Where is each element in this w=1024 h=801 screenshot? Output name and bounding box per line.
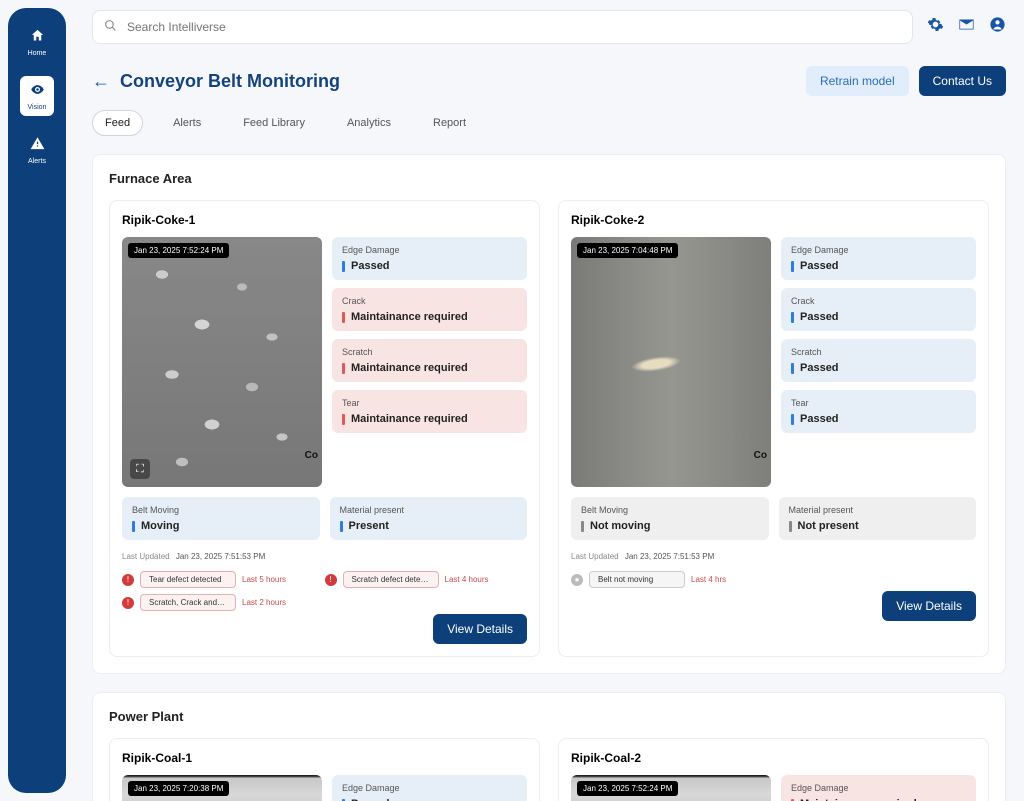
status-bar-icon: [791, 261, 794, 272]
section-title: Furnace Area: [109, 171, 989, 186]
content[interactable]: ← Conveyor Belt Monitoring Retrain model…: [74, 54, 1024, 801]
status-crack: Crack Maintainance required: [332, 288, 527, 331]
section-power-plant: Power Plant Ripik-Coal-1 Jan 23, 2025 7:…: [92, 692, 1006, 801]
status-bar-icon: [791, 363, 794, 374]
feed-card: Ripik-Coke-2 Jan 23, 2025 7:04:48 PM Co …: [558, 200, 989, 657]
top-icons: [927, 16, 1006, 38]
status-edge-damage: Edge Damage Maintainance required: [781, 775, 976, 801]
alert-chip: ● Belt not moving Last 4 hrs: [571, 571, 774, 588]
eye-icon: [30, 82, 45, 101]
feed-card: Ripik-Coal-2 Jan 23, 2025 7:52:24 PM Edg…: [558, 738, 989, 801]
tab-analytics[interactable]: Analytics: [335, 111, 403, 135]
feed-card: Ripik-Coal-1 Jan 23, 2025 7:20:38 PM Edg…: [109, 738, 540, 801]
section-furnace: Furnace Area Ripik-Coke-1 Jan 23, 2025 7…: [92, 154, 1006, 674]
main: ← Conveyor Belt Monitoring Retrain model…: [74, 0, 1024, 801]
status-bar-icon: [340, 521, 343, 532]
section-title: Power Plant: [109, 709, 989, 724]
feed-image: Jan 23, 2025 7:52:24 PM: [571, 775, 771, 801]
topbar: [74, 0, 1024, 54]
mail-icon[interactable]: [958, 16, 975, 38]
user-icon[interactable]: [989, 16, 1006, 38]
page-title: Conveyor Belt Monitoring: [120, 71, 340, 92]
co-label: Co: [305, 450, 318, 461]
feed-image: Jan 23, 2025 7:52:24 PM Co ⛶: [122, 237, 322, 487]
feed-image: Jan 23, 2025 7:04:48 PM Co: [571, 237, 771, 487]
alert-dot-icon: !: [122, 597, 134, 609]
alert-chip: ! Scratch defect detected Last 4 hours: [325, 571, 528, 588]
status-bar-icon: [342, 312, 345, 323]
status-bar-icon: [789, 521, 792, 532]
alert-chip: ! Tear defect detected Last 5 hours: [122, 571, 325, 588]
search-icon: [104, 19, 117, 35]
home-icon: [30, 28, 45, 47]
sidebar-item-alerts[interactable]: Alerts: [20, 130, 54, 170]
card-title: Ripik-Coke-1: [122, 213, 527, 227]
alert-dot-icon: !: [122, 574, 134, 586]
timestamp-badge: Jan 23, 2025 7:04:48 PM: [577, 243, 678, 258]
status-belt: Belt Moving Moving: [122, 497, 320, 540]
sidebar-item-label: Home: [28, 50, 47, 57]
last-updated: Last Updated Jan 23, 2025 7:51:53 PM: [571, 552, 976, 561]
status-bar-icon: [791, 312, 794, 323]
timestamp-badge: Jan 23, 2025 7:52:24 PM: [577, 781, 678, 796]
gear-icon[interactable]: [927, 16, 944, 38]
page-header: ← Conveyor Belt Monitoring Retrain model…: [92, 66, 1006, 96]
back-arrow-icon[interactable]: ←: [92, 71, 110, 92]
tabs: Feed Alerts Feed Library Analytics Repor…: [92, 110, 1006, 136]
last-updated: Last Updated Jan 23, 2025 7:51:53 PM: [122, 552, 527, 561]
sidebar: Home Vision Alerts: [8, 8, 66, 793]
status-scratch: Scratch Maintainance required: [332, 339, 527, 382]
retrain-button[interactable]: Retrain model: [806, 66, 909, 96]
status-bar-icon: [342, 414, 345, 425]
card-title: Ripik-Coke-2: [571, 213, 976, 227]
status-bar-icon: [342, 261, 345, 272]
status-tear: Tear Passed: [781, 390, 976, 433]
status-bar-icon: [581, 521, 584, 532]
alert-icon: [30, 136, 45, 155]
timestamp-badge: Jan 23, 2025 7:52:24 PM: [128, 243, 229, 258]
status-crack: Crack Passed: [781, 288, 976, 331]
co-label: Co: [754, 450, 767, 461]
timestamp-badge: Jan 23, 2025 7:20:38 PM: [128, 781, 229, 796]
status-bar-icon: [132, 521, 135, 532]
alert-chip: ! Scratch, Crack and Tear defect... Last…: [122, 594, 325, 611]
contact-button[interactable]: Contact Us: [919, 66, 1006, 96]
feed-card: Ripik-Coke-1 Jan 23, 2025 7:52:24 PM Co …: [109, 200, 540, 657]
sidebar-item-vision[interactable]: Vision: [20, 76, 54, 116]
search-wrap: [92, 10, 913, 44]
status-material: Material present Present: [330, 497, 528, 540]
sidebar-item-home[interactable]: Home: [20, 22, 54, 62]
status-material: Material present Not present: [779, 497, 977, 540]
alert-dot-icon: ●: [571, 574, 583, 586]
alert-dot-icon: !: [325, 574, 337, 586]
card-title: Ripik-Coal-1: [122, 751, 527, 765]
tab-feed-library[interactable]: Feed Library: [231, 111, 317, 135]
expand-icon[interactable]: ⛶: [130, 459, 150, 479]
tab-alerts[interactable]: Alerts: [161, 111, 213, 135]
sidebar-item-label: Vision: [28, 104, 47, 111]
view-details-button[interactable]: View Details: [882, 591, 976, 621]
status-bar-icon: [791, 414, 794, 425]
status-bar-icon: [342, 363, 345, 374]
sidebar-item-label: Alerts: [28, 158, 46, 165]
status-scratch: Scratch Passed: [781, 339, 976, 382]
feed-image: Jan 23, 2025 7:20:38 PM: [122, 775, 322, 801]
view-details-button[interactable]: View Details: [433, 614, 527, 644]
tab-report[interactable]: Report: [421, 111, 478, 135]
tab-feed[interactable]: Feed: [92, 110, 143, 136]
card-title: Ripik-Coal-2: [571, 751, 976, 765]
status-edge-damage: Edge Damage Passed: [332, 237, 527, 280]
status-edge-damage: Edge Damage Passed: [332, 775, 527, 801]
status-tear: Tear Maintainance required: [332, 390, 527, 433]
status-edge-damage: Edge Damage Passed: [781, 237, 976, 280]
search-input[interactable]: [92, 10, 913, 44]
status-belt: Belt Moving Not moving: [571, 497, 769, 540]
